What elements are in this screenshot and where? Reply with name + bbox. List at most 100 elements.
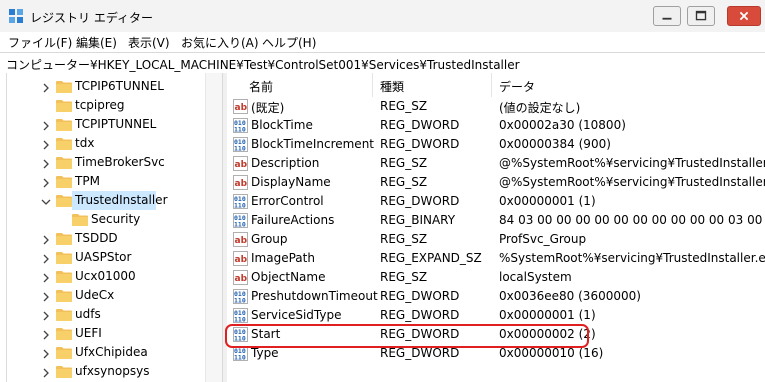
chevron-right-icon[interactable]	[41, 272, 51, 283]
column-data-header[interactable]: データ	[499, 78, 535, 95]
column-type-header[interactable]: 種類	[380, 78, 404, 95]
value-data: 0x0036ee80 (3600000)	[499, 289, 641, 303]
chevron-right-icon[interactable]	[41, 82, 51, 93]
value-name: BlockTimeIncrement	[251, 137, 374, 151]
string-value-icon: ab	[233, 270, 248, 285]
value-row[interactable]: 010 110 PreshutdownTimeout REG_DWORD 0x0036e…	[227, 287, 765, 306]
close-button[interactable]	[727, 6, 761, 26]
value-row[interactable]: ab ImagePath REG_EXPAND_SZ %SystemRoot%¥ser…	[227, 249, 765, 268]
value-row[interactable]: 010 110 BlockTimeIncrement REG_DWORD 0x00000…	[227, 135, 765, 154]
tree-item[interactable]: UfxChipidea	[0, 343, 204, 362]
tree-item[interactable]: TCPIPTUNNEL	[0, 115, 204, 134]
value-type: REG_DWORD	[380, 137, 460, 151]
folder-icon	[56, 289, 72, 302]
chevron-down-icon[interactable]	[41, 196, 51, 206]
address-bar[interactable]: コンピューター¥HKEY_LOCAL_MACHINE¥Test¥ControlS…	[0, 52, 765, 74]
chevron-right-icon[interactable]	[41, 253, 51, 264]
string-value-icon: ab	[233, 251, 248, 266]
value-type: REG_DWORD	[380, 194, 460, 208]
value-row[interactable]: 010 110 FailureActions REG_BINARY 84 03 00 0…	[227, 211, 765, 230]
value-row[interactable]: ab ObjectName REG_SZ localSystem	[227, 268, 765, 287]
tree-item-label: TrustedInstaller	[75, 193, 168, 207]
value-row[interactable]: ab DisplayName REG_SZ @%SystemRoot%¥servici…	[227, 173, 765, 192]
string-value-icon: ab	[233, 156, 248, 171]
value-data: (値の設定なし)	[499, 101, 581, 115]
maximize-button[interactable]	[687, 6, 715, 26]
chevron-right-icon[interactable]	[41, 291, 51, 302]
folder-icon	[56, 346, 72, 359]
binary-value-icon: 010 110	[233, 308, 248, 324]
tree-item[interactable]: TrustedInstaller	[0, 191, 204, 210]
address-path[interactable]: コンピューター¥HKEY_LOCAL_MACHINE¥Test¥ControlS…	[6, 56, 520, 73]
chevron-right-icon[interactable]	[41, 177, 51, 188]
column-separator[interactable]	[372, 73, 373, 97]
menu-favorites[interactable]: お気に入り(A)	[181, 34, 259, 51]
tree-item[interactable]: TSDDD	[0, 229, 204, 248]
minimize-icon	[662, 17, 672, 20]
svg-text:110: 110	[234, 297, 246, 305]
value-name: Type	[251, 346, 279, 360]
folder-icon	[72, 213, 88, 226]
value-list[interactable]: 名前 種類 データ ab (既定) REG_SZ (値の設定なし) 010 110 Bloc…	[227, 73, 765, 382]
tree-item[interactable]: UEFI	[0, 324, 204, 343]
close-icon	[739, 11, 749, 21]
tree-item[interactable]: tdx	[0, 134, 204, 153]
menu-file[interactable]: ファイル(F)	[8, 34, 72, 51]
value-row[interactable]: 010 110 Type REG_DWORD 0x00000010 (16)	[227, 344, 765, 363]
tree-item-label: UASPStor	[75, 250, 132, 264]
value-type: REG_DWORD	[380, 346, 460, 360]
binary-value-icon: 010 110	[233, 213, 248, 229]
tree-item[interactable]: Security	[0, 210, 204, 229]
tree-item[interactable]: TPM	[0, 172, 204, 191]
svg-text:ab: ab	[235, 274, 248, 284]
menu-help[interactable]: ヘルプ(H)	[262, 34, 316, 51]
tree-item-label: UEFI	[75, 326, 102, 340]
value-data: 0x00000010 (16)	[499, 346, 604, 360]
tree-item[interactable]: TCPIP6TUNNEL	[0, 77, 204, 96]
tree-item[interactable]: Ucx01000	[0, 267, 204, 286]
svg-text:110: 110	[234, 335, 246, 343]
chevron-right-icon[interactable]	[41, 120, 51, 131]
folder-icon	[56, 137, 72, 150]
value-row[interactable]: 010 110 ErrorControl REG_DWORD 0x00000001 (1…	[227, 192, 765, 211]
chevron-right-icon[interactable]	[41, 367, 51, 378]
binary-value-icon: 010 110	[233, 289, 248, 305]
value-row[interactable]: 010 110 BlockTime REG_DWORD 0x00002a30 (1080…	[227, 116, 765, 135]
chevron-right-icon[interactable]	[41, 310, 51, 321]
chevron-right-icon[interactable]	[41, 348, 51, 359]
minimize-button[interactable]	[653, 6, 681, 26]
tree-item[interactable]: UASPStor	[0, 248, 204, 267]
tree-item-label: TimeBrokerSvc	[75, 155, 165, 169]
tree-item-label: TSDDD	[75, 231, 118, 245]
value-row[interactable]: ab Description REG_SZ @%SystemRoot%¥servici…	[227, 154, 765, 173]
chevron-right-icon[interactable]	[41, 158, 51, 169]
tree-item[interactable]: ufxsynopsys	[0, 362, 204, 381]
tree-item[interactable]: udfs	[0, 305, 204, 324]
menu-view[interactable]: 表示(V)	[128, 34, 170, 51]
column-name-header[interactable]: 名前	[249, 78, 273, 95]
chevron-right-icon[interactable]	[41, 139, 51, 150]
value-type: REG_SZ	[380, 156, 428, 170]
menu-edit[interactable]: 編集(E)	[76, 34, 117, 51]
value-data: @%SystemRoot%¥servicing¥TrustedInstaller…	[499, 156, 765, 170]
tree-item[interactable]: UdeCx	[0, 286, 204, 305]
chevron-right-icon[interactable]	[41, 329, 51, 340]
folder-icon	[56, 156, 72, 169]
tree-item-label: UfxChipidea	[75, 345, 148, 359]
folder-icon	[56, 118, 72, 131]
tree-item-label: udfs	[75, 307, 101, 321]
value-name: BlockTime	[251, 118, 313, 132]
tree-item[interactable]: TimeBrokerSvc	[0, 153, 204, 172]
value-name: Group	[251, 232, 288, 246]
tree-item[interactable]: tcpipreg	[0, 96, 204, 115]
tree-scrollbar[interactable]	[205, 73, 222, 382]
value-row[interactable]: ab Group REG_SZ ProfSvc_Group	[227, 230, 765, 249]
value-type: REG_DWORD	[380, 289, 460, 303]
value-row[interactable]: ab (既定) REG_SZ (値の設定なし)	[227, 97, 765, 116]
chevron-right-icon[interactable]	[41, 234, 51, 245]
key-tree[interactable]: TCPIP6TUNNEL tcpipreg TCPIPTUNNEL tdx TimeBr…	[0, 73, 222, 382]
value-row[interactable]: 010 110 ServiceSidType REG_DWORD 0x00000001 …	[227, 306, 765, 325]
column-separator[interactable]	[491, 73, 492, 97]
binary-value-icon: 010 110	[233, 194, 248, 210]
value-row[interactable]: 010 110 Start REG_DWORD 0x00000002 (2)	[227, 325, 765, 344]
